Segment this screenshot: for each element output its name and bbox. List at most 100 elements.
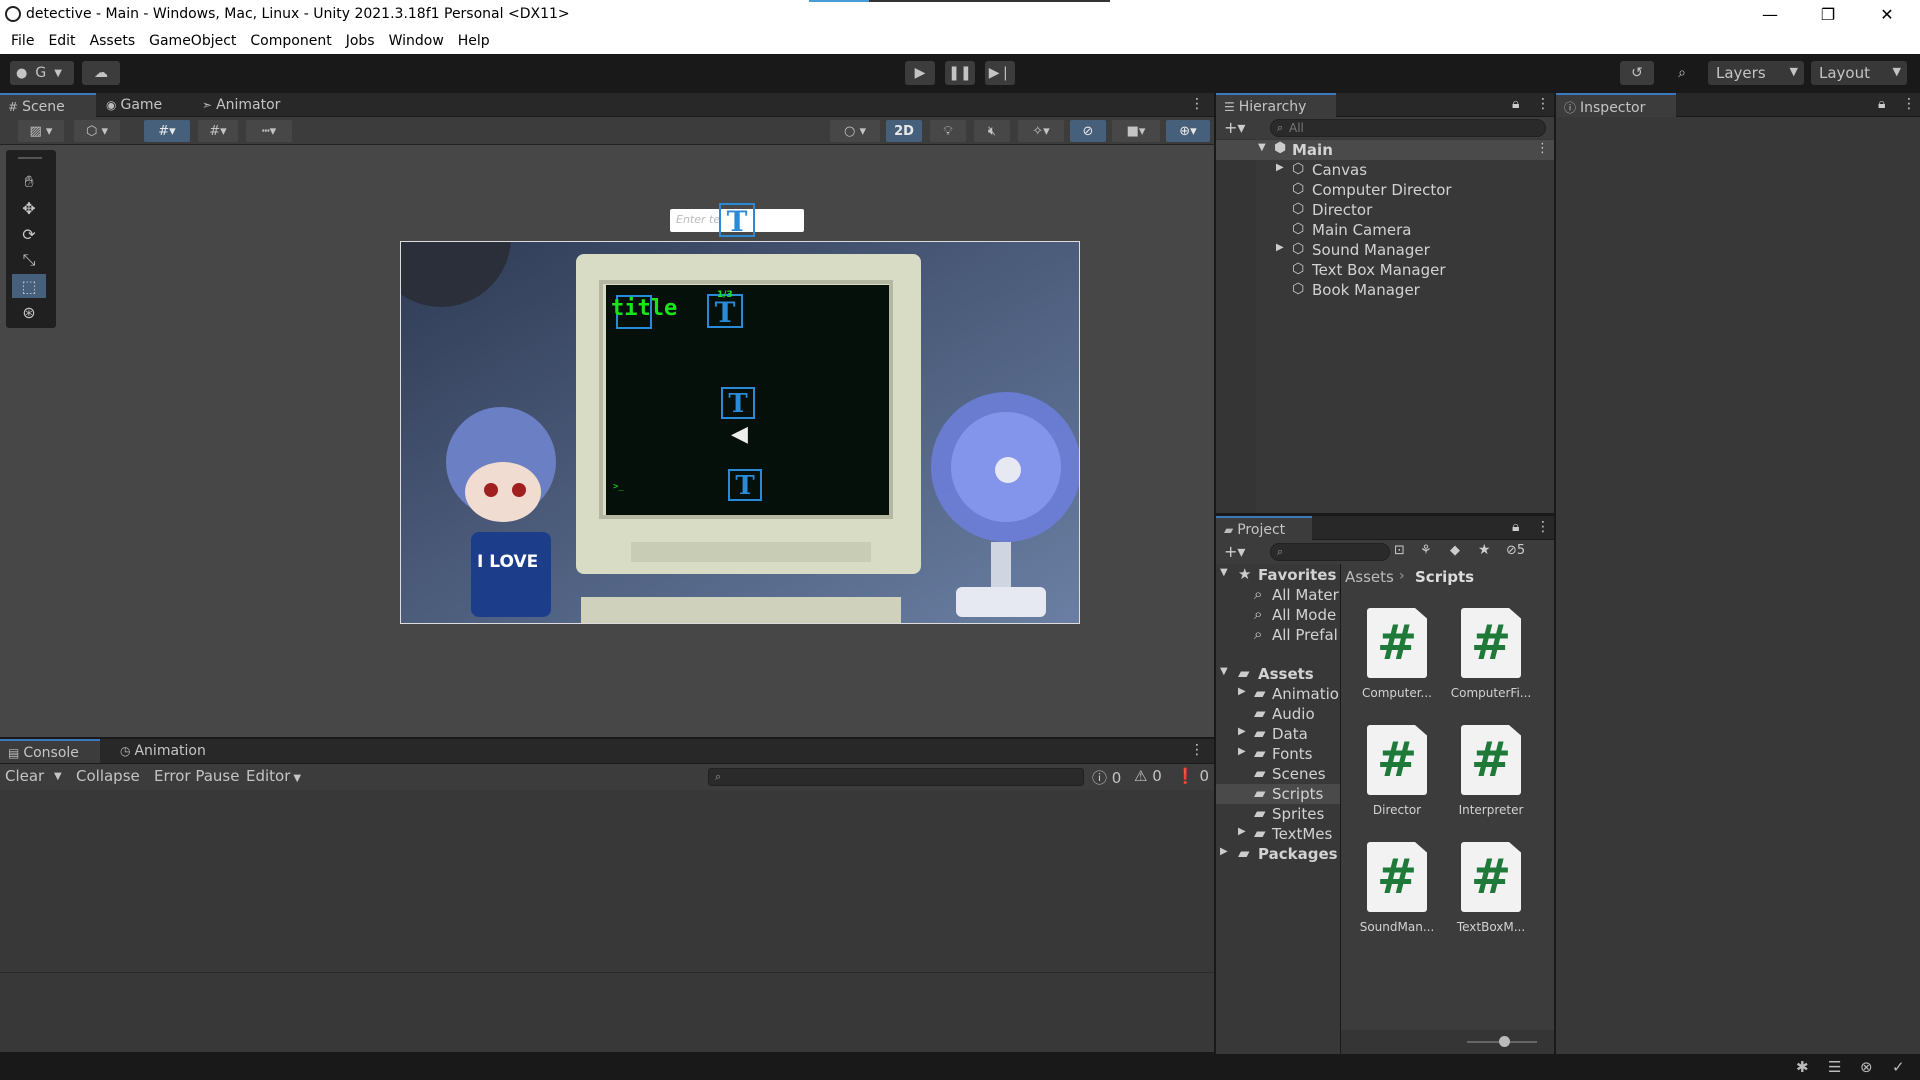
log-count-toggle[interactable]: ⓘ 0 <box>1092 767 1121 788</box>
tab-animation[interactable]: ◷ Animation <box>112 739 232 763</box>
editor-dropdown[interactable]: Editor ▼ <box>246 767 301 785</box>
hierarchy-item[interactable]: ⬡ Book Manager <box>1216 280 1554 300</box>
more-options-icon[interactable]: ⋮ <box>1536 519 1550 535</box>
more-options-icon[interactable]: ⋮ <box>1536 141 1549 156</box>
breadcrumb-scripts[interactable]: Scripts <box>1415 568 1474 586</box>
increment-snap-dropdown[interactable]: ┅▾ <box>246 120 292 142</box>
gizmos-dropdown[interactable]: ⊕▾ <box>1166 120 1210 142</box>
lock-icon[interactable]: 🔒︎ <box>1512 96 1519 112</box>
tab-animator[interactable]: ➣ Animator <box>194 93 304 117</box>
search-by-type-button[interactable]: ⊡ <box>1394 543 1405 558</box>
expand-arrow-icon[interactable]: ▶ <box>1238 686 1246 697</box>
step-button[interactable]: ▶❘ <box>985 61 1015 85</box>
folder-item[interactable]: ▰ Audio <box>1216 704 1340 724</box>
lighting-toggle[interactable]: 💡︎ <box>930 120 966 142</box>
effects-dropdown[interactable]: ✧▾ <box>1018 120 1064 142</box>
tab-hierarchy[interactable]: ☰ Hierarchy <box>1216 93 1336 117</box>
maximize-button[interactable]: ❐ <box>1799 0 1857 29</box>
expand-arrow-icon[interactable]: ▶ <box>1276 242 1284 253</box>
play-button[interactable]: ▶ <box>905 61 935 85</box>
menu-jobs[interactable]: Jobs <box>339 29 382 54</box>
cloud-button[interactable]: ☁ <box>82 61 120 85</box>
hierarchy-search-input[interactable]: ⌕ All <box>1270 119 1546 137</box>
console-search-input[interactable]: ⌕ <box>708 768 1084 786</box>
render-mode-dropdown[interactable]: ⬡ ▾ <box>74 120 120 142</box>
folder-item[interactable]: ▰ Sprites <box>1216 804 1340 824</box>
hidden-packages-toggle[interactable]: ⊘5 <box>1506 543 1525 558</box>
folder-item[interactable]: ▰ Scripts <box>1216 784 1340 804</box>
project-search-input[interactable]: ⌕ <box>1270 543 1390 561</box>
create-asset-button[interactable]: +▾ <box>1224 542 1245 561</box>
menu-file[interactable]: File <box>4 29 41 54</box>
check-icon[interactable]: ✓ <box>1892 1058 1905 1076</box>
menu-assets[interactable]: Assets <box>83 29 143 54</box>
gizmo-sphere-dropdown[interactable]: ○ ▾ <box>830 120 880 142</box>
more-options-icon[interactable]: ⋮ <box>1190 96 1204 112</box>
transform-tool[interactable]: ⊛ <box>12 300 46 324</box>
folder-item[interactable]: ▶ ▰ Fonts <box>1216 744 1340 764</box>
hierarchy-scene-row[interactable]: ▼ ⬢ Main ⋮ <box>1216 140 1554 160</box>
grid-visibility-dropdown[interactable]: #▾ <box>198 120 238 142</box>
grid-snap-toggle[interactable]: #▾ <box>144 120 190 142</box>
add-object-button[interactable]: +▾ <box>1224 118 1245 137</box>
folder-item[interactable]: ▶ ▰ Animatio <box>1216 684 1340 704</box>
scale-tool[interactable]: ⤡ <box>12 248 46 272</box>
folder-item[interactable]: ▶ ▰ TextMes <box>1216 824 1340 844</box>
tab-scene[interactable]: # Scene <box>0 93 96 117</box>
hierarchy-item[interactable]: ▶ ⬡ Canvas <box>1216 160 1554 180</box>
menu-edit[interactable]: Edit <box>41 29 82 54</box>
folder-item[interactable]: ▰ Scenes <box>1216 764 1340 784</box>
expand-arrow-icon[interactable]: ▶ <box>1238 746 1246 757</box>
script-asset[interactable]: # Computer... <box>1347 608 1439 718</box>
script-asset[interactable]: # ComputerFi... <box>1441 608 1533 718</box>
lock-icon[interactable]: 🔒︎ <box>1512 519 1519 535</box>
script-asset[interactable]: # Director <box>1347 725 1439 835</box>
layers-stack-icon[interactable]: ☰ <box>1828 1058 1841 1076</box>
size-slider-thumb[interactable] <box>1499 1036 1510 1047</box>
expand-arrow-icon[interactable]: ▶ <box>1238 726 1246 737</box>
collapse-button[interactable]: Collapse <box>76 767 140 785</box>
move-tool[interactable]: ✥ <box>12 196 46 220</box>
console-log-area[interactable] <box>0 790 1214 1052</box>
script-asset[interactable]: # TextBoxM... <box>1441 842 1533 952</box>
hierarchy-item[interactable]: ▶ ⬡ Sound Manager <box>1216 240 1554 260</box>
account-dropdown[interactable]: ● G ▼ <box>10 61 74 85</box>
camera-dropdown[interactable]: ■▾ <box>1112 120 1160 142</box>
warning-count-toggle[interactable]: ⚠ 0 <box>1134 767 1162 785</box>
tab-console[interactable]: ▤ Console <box>0 739 100 763</box>
rotate-tool[interactable]: ⟳ <box>12 222 46 246</box>
hierarchy-item[interactable]: ⬡ Computer Director <box>1216 180 1554 200</box>
tab-inspector[interactable]: ⓘ Inspector <box>1556 93 1676 117</box>
script-asset[interactable]: # Interpreter <box>1441 725 1533 835</box>
toggle-2d-button[interactable]: 2D <box>886 120 922 142</box>
audio-toggle[interactable]: 🔇︎ <box>974 120 1010 142</box>
hierarchy-item[interactable]: ⬡ Director <box>1216 200 1554 220</box>
favorite-star-icon[interactable]: ★ <box>1478 542 1491 558</box>
more-options-icon[interactable]: ⋮ <box>1190 742 1204 758</box>
network-icon[interactable]: ⊗ <box>1860 1058 1873 1076</box>
rect-tool[interactable]: ⬚ <box>12 274 46 298</box>
bug-icon[interactable]: ✱ <box>1796 1058 1809 1076</box>
hidden-objects-toggle[interactable]: ⊘ <box>1070 120 1106 142</box>
clear-options-dropdown[interactable]: ▼ <box>54 771 62 782</box>
lock-icon[interactable]: 🔒︎ <box>1878 96 1885 112</box>
search-button[interactable]: ⌕ <box>1665 61 1699 85</box>
pause-button[interactable]: ❚❚ <box>945 61 975 85</box>
error-count-toggle[interactable]: ❗ 0 <box>1176 767 1209 785</box>
hierarchy-item[interactable]: ⬡ Text Box Manager <box>1216 260 1554 280</box>
filter-type-icon[interactable]: ⚘ <box>1420 543 1432 558</box>
hand-tool[interactable]: ✋︎ <box>12 170 46 194</box>
folder-item[interactable]: ▶ ▰ Data <box>1216 724 1340 744</box>
error-pause-button[interactable]: Error Pause <box>154 767 239 785</box>
layers-dropdown[interactable]: Layers ▼ <box>1708 61 1804 85</box>
tab-project[interactable]: ▰ Project <box>1216 516 1312 540</box>
more-options-icon[interactable]: ⋮ <box>1902 96 1916 112</box>
expand-arrow-icon[interactable]: ▶ <box>1238 826 1246 837</box>
tab-game[interactable]: ◉ Game <box>98 93 178 117</box>
layout-dropdown[interactable]: Layout ▼ <box>1811 61 1907 85</box>
minimize-button[interactable]: — <box>1741 0 1799 29</box>
draw-mode-dropdown[interactable]: ▨ ▾ <box>18 120 64 142</box>
script-asset[interactable]: # SoundMan... <box>1347 842 1439 952</box>
breadcrumb-assets[interactable]: Assets <box>1345 568 1394 586</box>
hierarchy-item[interactable]: ⬡ Main Camera <box>1216 220 1554 240</box>
